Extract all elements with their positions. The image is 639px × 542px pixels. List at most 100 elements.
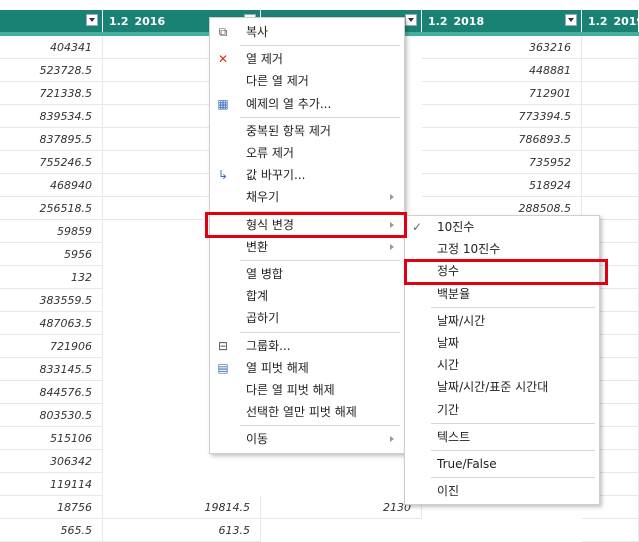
menu-item[interactable]: ✕ 열 제거	[210, 48, 404, 70]
menu-item-label: 10진수	[437, 216, 474, 238]
table-cell[interactable]: 837895.5	[0, 128, 103, 151]
menu-item[interactable]: ↳값 바꾸기...	[210, 164, 404, 186]
menu-item-label: 백분율	[437, 283, 470, 305]
menu-item[interactable]: ⧉복사	[210, 21, 404, 43]
table-cell[interactable]: 448881	[422, 59, 582, 82]
table-cell[interactable]	[582, 105, 639, 128]
highlight-whole-number	[404, 259, 608, 285]
table-cell[interactable]	[582, 128, 639, 151]
data-type-icon[interactable]: 1.2	[109, 15, 129, 28]
table-cell[interactable]	[582, 151, 639, 174]
column-header-2019[interactable]: 1.2 2019	[582, 10, 639, 32]
menu-item[interactable]: 텍스트	[405, 426, 599, 448]
table-cell[interactable]: 306342	[0, 450, 103, 473]
table-cell[interactable]: 786893.5	[422, 128, 582, 151]
unpivot-icon: ▤	[215, 360, 231, 376]
menu-separator	[431, 307, 595, 308]
column-name: 2019	[614, 15, 639, 28]
table-cell[interactable]: 119114	[0, 473, 103, 496]
menu-item[interactable]: 열 병합	[210, 263, 404, 285]
menu-item-label: 그룹화...	[246, 335, 291, 357]
menu-item[interactable]: 중복된 항목 제거	[210, 120, 404, 142]
menu-item-label: 오류 제거	[246, 142, 294, 164]
table-cell[interactable]: 19814.5	[103, 496, 261, 519]
table-cell[interactable]: 803530.5	[0, 404, 103, 427]
table-cell[interactable]	[582, 82, 639, 105]
data-type-icon[interactable]: 1.2	[588, 15, 608, 28]
table-cell[interactable]: 256518.5	[0, 197, 103, 220]
table-cell[interactable]: 518924	[422, 174, 582, 197]
column-header-2016[interactable]	[0, 10, 103, 32]
table-cell[interactable]	[582, 36, 639, 59]
table-cell[interactable]: 712901	[422, 82, 582, 105]
menu-item-label: True/False	[437, 453, 497, 475]
menu-item[interactable]: 이진	[405, 480, 599, 502]
table-cell[interactable]: 755246.5	[0, 151, 103, 174]
menu-item[interactable]: 다른 열 제거	[210, 70, 404, 92]
table-cell[interactable]: 565.5	[0, 519, 103, 542]
menu-item[interactable]: ▤ 열 피벗 해제	[210, 357, 404, 379]
menu-item[interactable]: 오류 제거	[210, 142, 404, 164]
menu-item[interactable]: 기간	[405, 399, 599, 421]
menu-item[interactable]: 다른 열 피벗 해제	[210, 379, 404, 401]
table-cell[interactable]: 18756	[0, 496, 103, 519]
group-by-icon: ⊟	[215, 338, 231, 354]
table-cell[interactable]	[582, 519, 639, 542]
menu-item-label: 기간	[437, 399, 459, 421]
menu-item[interactable]: 합계	[210, 285, 404, 307]
table-cell[interactable]: 839534.5	[0, 105, 103, 128]
menu-item[interactable]: 날짜	[405, 332, 599, 354]
table-cell[interactable]: 721338.5	[0, 82, 103, 105]
menu-separator	[240, 45, 400, 46]
menu-item-label: 날짜/시간	[437, 310, 485, 332]
menu-item-label: 열 피벗 해제	[246, 357, 309, 379]
table-cell[interactable]: 404341	[0, 36, 103, 59]
menu-item[interactable]: 고정 10진수	[405, 238, 599, 260]
menu-item[interactable]: 선택한 열만 피벗 해제	[210, 401, 404, 423]
menu-item-label: 열 제거	[246, 48, 283, 70]
table-cell[interactable]: 5956	[0, 243, 103, 266]
column-filter-dropdown-icon[interactable]	[86, 14, 98, 26]
menu-item[interactable]: ✓10진수	[405, 216, 599, 238]
table-cell[interactable]: 383559.5	[0, 289, 103, 312]
menu-item[interactable]: 날짜/시간	[405, 310, 599, 332]
table-cell[interactable]: 523728.5	[0, 59, 103, 82]
table-cell[interactable]	[582, 174, 639, 197]
table-cell[interactable]: 59859	[0, 220, 103, 243]
menu-item-label: 다른 열 제거	[246, 70, 309, 92]
table-cell[interactable]: 833145.5	[0, 358, 103, 381]
menu-item[interactable]: 곱하기	[210, 307, 404, 329]
data-type-icon[interactable]: 1.2	[428, 15, 448, 28]
menu-item[interactable]: 백분율	[405, 283, 599, 305]
menu-separator	[431, 423, 595, 424]
replace-values-icon: ↳	[215, 167, 231, 183]
menu-item[interactable]: 시간	[405, 354, 599, 376]
table-cell[interactable]: 132	[0, 266, 103, 289]
table-cell[interactable]: 773394.5	[422, 105, 582, 128]
menu-item[interactable]: True/False	[405, 453, 599, 475]
table-cell[interactable]	[582, 59, 639, 82]
menu-item[interactable]: 변환	[210, 236, 404, 258]
table-cell[interactable]: 468940	[0, 174, 103, 197]
menu-separator	[431, 450, 595, 451]
menu-item-label: 날짜/시간/표준 시간대	[437, 376, 548, 398]
remove-column-icon: ✕	[215, 51, 231, 67]
column-filter-dropdown-icon[interactable]	[405, 14, 417, 26]
table-cell[interactable]: 721906	[0, 335, 103, 358]
menu-item[interactable]: ▦예제의 열 추가...	[210, 93, 404, 115]
menu-item[interactable]: ⊟ 그룹화...	[210, 335, 404, 357]
table-cell[interactable]: 613.5	[103, 519, 261, 542]
menu-item-label: 합계	[246, 285, 268, 307]
table-cell[interactable]: 844576.5	[0, 381, 103, 404]
menu-item[interactable]: 이동	[210, 428, 404, 450]
column-header-2018[interactable]: 1.2 2018	[422, 10, 582, 32]
menu-item[interactable]: 채우기	[210, 186, 404, 208]
table-cell[interactable]: 487063.5	[0, 312, 103, 335]
menu-item-label: 날짜	[437, 332, 459, 354]
table-cell[interactable]: 2130	[261, 496, 422, 519]
menu-item[interactable]: 날짜/시간/표준 시간대	[405, 376, 599, 398]
table-cell[interactable]: 735952	[422, 151, 582, 174]
table-cell[interactable]: 363216	[422, 36, 582, 59]
column-filter-dropdown-icon[interactable]	[565, 14, 577, 26]
table-cell[interactable]: 515106	[0, 427, 103, 450]
